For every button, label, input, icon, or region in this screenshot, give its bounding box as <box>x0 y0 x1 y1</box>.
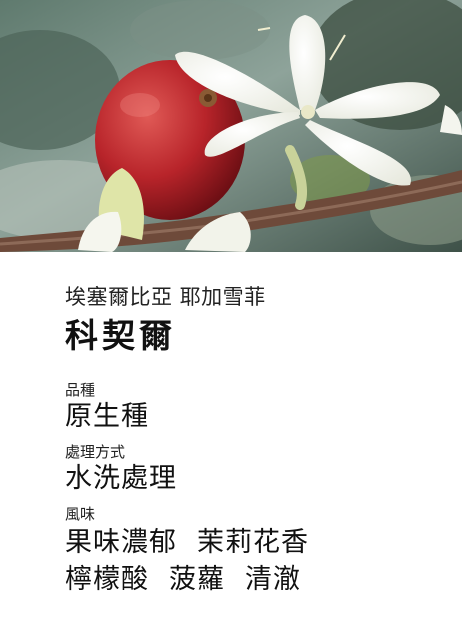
flavor-note: 檸檬酸 <box>65 564 149 595</box>
flavor-row: 果味濃郁 茉莉花香 <box>65 524 445 561</box>
process-section: 處理方式 水洗處理 <box>65 442 445 496</box>
process-label: 處理方式 <box>65 443 126 461</box>
coffee-card: 埃塞爾比亞 耶加雪菲 科契爾 品種 原生種 處理方式 水洗處理 風味 果味濃郁茉… <box>0 0 462 618</box>
variety-value: 原生種 <box>65 401 149 432</box>
process-value: 水洗處理 <box>65 463 177 494</box>
flavor-row: 檸檬酸 菠蘿 清澈 <box>65 561 445 598</box>
flavor-notes: 果味濃郁 茉莉花香 檸檬酸 菠蘿 清澈 <box>65 524 445 598</box>
flavor-section: 風味 果味濃郁 茉莉花香 檸檬酸 菠蘿 清澈 <box>65 504 445 598</box>
flavor-note: 菠蘿 <box>169 564 225 595</box>
coffee-photo <box>0 0 462 252</box>
flavor-label: 風味 <box>65 505 96 523</box>
flavor-note: 果味濃郁 <box>65 527 177 558</box>
variety-section: 品種 原生種 <box>65 380 445 434</box>
flavor-note: 清澈 <box>245 564 301 595</box>
variety-label: 品種 <box>65 381 96 399</box>
coffee-info: 埃塞爾比亞 耶加雪菲 科契爾 品種 原生種 處理方式 水洗處理 風味 果味濃郁茉… <box>65 282 445 598</box>
coffee-name: 科契爾 <box>65 316 176 355</box>
flavor-note: 茉莉花香 <box>197 527 309 558</box>
coffee-region: 埃塞爾比亞 耶加雪菲 <box>65 285 266 309</box>
